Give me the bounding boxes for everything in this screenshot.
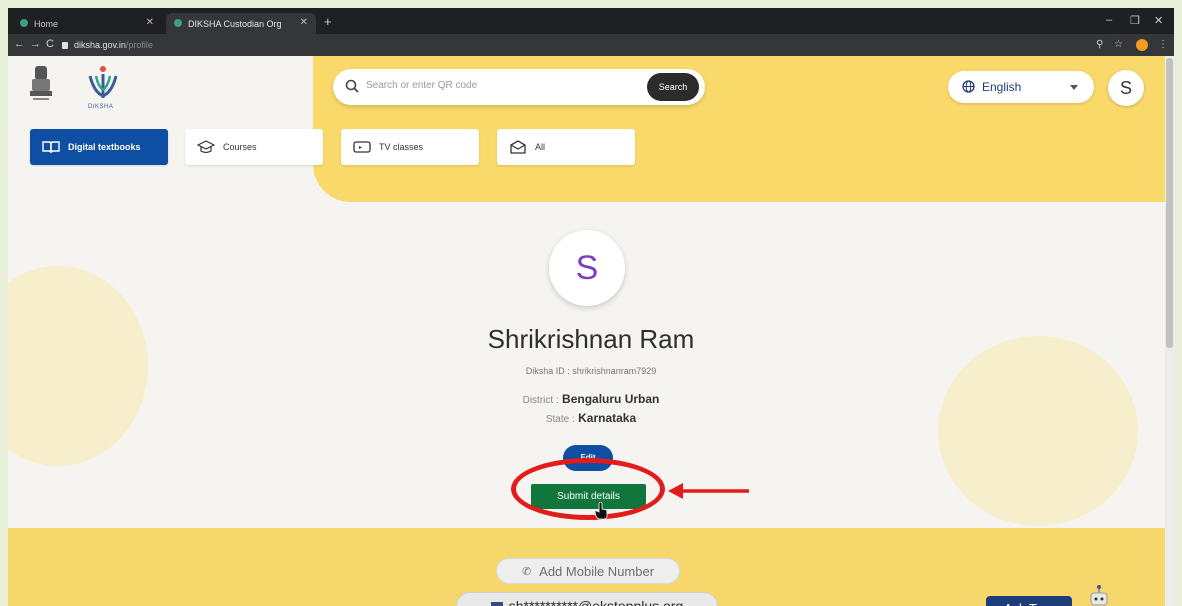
new-tab-icon[interactable]: + <box>324 14 332 29</box>
inbox-icon <box>510 140 526 154</box>
tab-label: All <box>535 142 546 152</box>
background-decoration <box>938 336 1138 526</box>
forward-icon[interactable]: → <box>30 38 41 50</box>
state-label: State : <box>545 414 575 425</box>
site-favicon-icon <box>20 19 28 27</box>
lock-icon <box>62 41 68 49</box>
highlight-circle <box>511 458 665 520</box>
red-arrow-icon <box>668 483 749 499</box>
email-value: sh**********@ekstepplus.org <box>508 598 684 606</box>
page-scrollbar[interactable] <box>1165 56 1174 606</box>
book-icon <box>42 141 60 154</box>
diksha-logo-icon <box>88 66 118 98</box>
state-row: State : Karnataka <box>8 411 1174 425</box>
close-window-icon[interactable]: ✕ <box>1154 14 1163 27</box>
add-mobile-button[interactable]: ✆ Add Mobile Number <box>496 558 680 584</box>
menu-dots-icon[interactable]: ⋮ <box>1158 39 1168 50</box>
profile-name: Shrikrishnan Ram <box>487 324 695 354</box>
profile-avatar: S <box>549 230 625 306</box>
graduation-cap-icon <box>197 140 215 154</box>
url-path: /profile <box>125 40 153 50</box>
minimize-icon[interactable]: – <box>1106 14 1112 26</box>
district-label: District : <box>522 395 559 406</box>
search-button[interactable]: Search <box>647 73 699 101</box>
reload-icon[interactable]: C <box>46 38 54 50</box>
back-icon[interactable]: ← <box>14 38 25 50</box>
tab-title: Home <box>34 18 59 29</box>
maximize-icon[interactable]: ❐ <box>1130 14 1140 27</box>
search-icon <box>345 79 359 93</box>
state-value: Karnataka <box>578 411 637 425</box>
tab-bar: Home ✕ DIKSHA Custodian Org ✕ + – ❐ ✕ <box>8 8 1174 34</box>
diksha-page: DIKSHA Search or enter QR code Search En… <box>8 56 1174 606</box>
chevron-down-icon <box>1070 85 1078 90</box>
district-row: District : Bengaluru Urban <box>8 392 1174 406</box>
language-selector[interactable]: English <box>948 71 1094 103</box>
browser-window: Home ✕ DIKSHA Custodian Org ✕ + – ❐ ✕ ← … <box>8 8 1174 606</box>
address-bar-row: ← → C diksha.gov.in /profile ⚲ ☆ ⋮ <box>8 34 1174 56</box>
tab-tv-classes[interactable]: TV classes <box>341 129 479 165</box>
add-mobile-label: Add Mobile Number <box>539 563 655 579</box>
browser-tab-diksha[interactable]: DIKSHA Custodian Org ✕ <box>166 13 316 34</box>
logo-text: DIKSHA <box>88 104 114 110</box>
ask-tara-button[interactable]: Ask Tara <box>986 596 1072 606</box>
scrollbar-thumb[interactable] <box>1166 58 1173 348</box>
tab-courses[interactable]: Courses <box>185 129 323 165</box>
url-field[interactable]: diksha.gov.in /profile <box>62 38 1082 52</box>
robot-assistant-icon[interactable] <box>1088 584 1110 606</box>
envelope-icon <box>490 601 503 606</box>
close-tab-icon[interactable]: ✕ <box>146 17 154 28</box>
tab-label: Courses <box>223 142 257 152</box>
tab-title: DIKSHA Custodian Org <box>188 18 282 29</box>
tab-label: Digital textbooks <box>68 142 141 152</box>
site-favicon-icon <box>174 19 182 27</box>
email-display: sh**********@ekstepplus.org <box>456 592 718 606</box>
search-bar[interactable]: Search or enter QR code Search <box>333 69 705 105</box>
user-avatar[interactable]: S <box>1108 70 1144 106</box>
tab-digital-textbooks[interactable]: Digital textbooks <box>30 129 168 165</box>
tab-all[interactable]: All <box>497 129 635 165</box>
language-label: English <box>982 80 1022 94</box>
phone-icon: ✆ <box>521 565 532 578</box>
browser-profile-icon[interactable] <box>1136 39 1148 51</box>
tab-label: TV classes <box>379 142 424 152</box>
tv-icon <box>353 141 371 153</box>
globe-icon <box>962 80 975 93</box>
zoom-icon[interactable]: ⚲ <box>1096 39 1103 50</box>
diksha-id: Diksha ID : shrikrishnanram7929 <box>525 366 657 376</box>
browser-tab-home[interactable]: Home ✕ <box>12 13 162 34</box>
bookmark-star-icon[interactable]: ☆ <box>1114 39 1123 50</box>
district-value: Bengaluru Urban <box>562 392 660 406</box>
hand-cursor-icon <box>594 502 608 520</box>
url-host: diksha.gov.in <box>74 40 126 50</box>
search-input[interactable]: Search or enter QR code <box>366 80 477 91</box>
national-emblem-icon <box>30 66 52 100</box>
close-tab-icon[interactable]: ✕ <box>300 17 308 28</box>
